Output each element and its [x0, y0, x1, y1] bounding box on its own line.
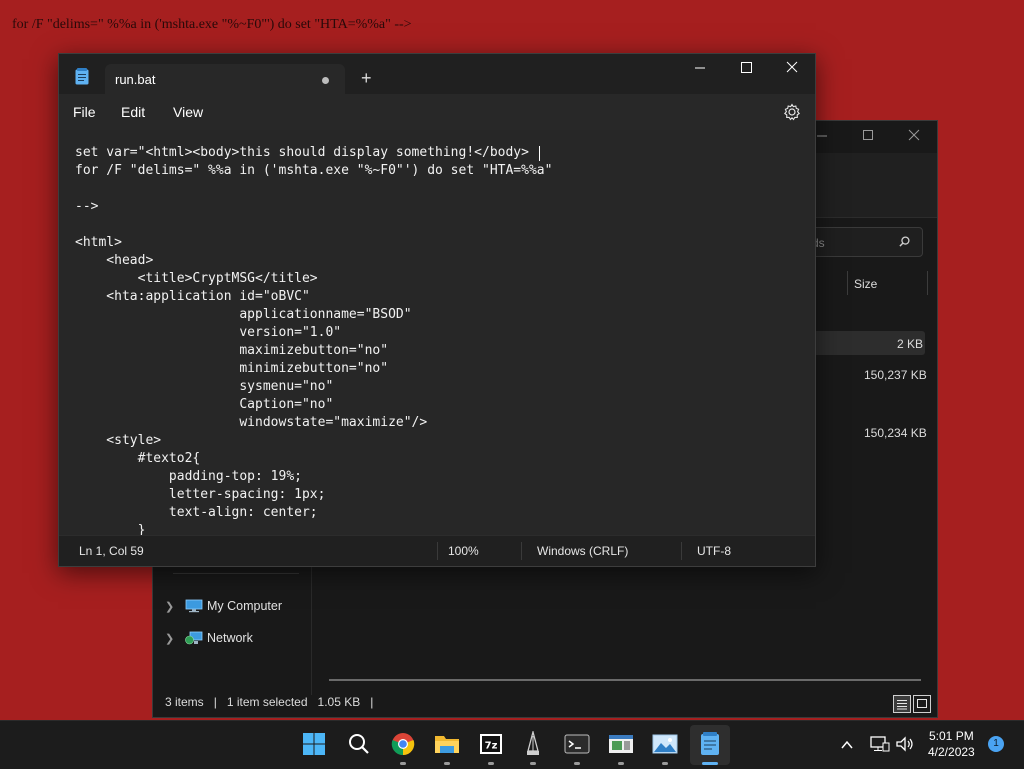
file-size: 150,237 KB [864, 368, 927, 382]
tab-run-bat[interactable]: run.bat [105, 64, 345, 94]
file-size: 2 KB [897, 337, 924, 351]
column-header-size[interactable]: Size [854, 277, 877, 291]
details-view-button[interactable] [893, 695, 911, 713]
background-html-text: for /F "delims=" %%a in ('mshta.exe "%~F… [12, 17, 412, 32]
running-indicator [662, 762, 668, 765]
nav-item-label: My Computer [207, 599, 283, 613]
running-indicator [444, 762, 450, 765]
tile-icon [917, 699, 927, 708]
taskbar-app[interactable] [518, 729, 548, 759]
running-indicator [488, 762, 494, 765]
notepad-icon [75, 68, 89, 85]
terminal-icon [564, 734, 590, 754]
windows-logo-icon [303, 733, 325, 755]
tab-title: run.bat [115, 72, 156, 87]
search-icon [349, 734, 369, 754]
close-icon [786, 61, 798, 73]
app-window-icon [609, 735, 633, 753]
notepad-status-bar: Ln 1, Col 59 100% Windows (CRLF) UTF-8 [59, 535, 815, 566]
monitor-icon [185, 599, 203, 613]
menu-file[interactable]: File [73, 104, 96, 120]
explorer-close-button[interactable] [891, 121, 937, 153]
status-line-ending: Windows (CRLF) [537, 544, 629, 558]
nav-item-my-computer[interactable]: ❯ My Computer [165, 599, 282, 613]
search-button[interactable] [344, 729, 374, 759]
horizontal-scrollbar[interactable] [329, 679, 921, 681]
view-toggle [893, 695, 931, 713]
system-clock[interactable]: 5:01 PM 4/2/2023 [928, 728, 975, 760]
taskbar-notepad[interactable] [695, 729, 725, 759]
explorer-maximize-button[interactable] [845, 121, 891, 153]
network-status-icon[interactable] [870, 735, 890, 753]
minimize-icon [695, 67, 705, 69]
chevron-up-icon[interactable] [840, 738, 854, 752]
notepad-title-bar[interactable]: run.bat + [59, 54, 815, 94]
taskbar: 7z 5:01 PM 4/2/2023 1 [0, 720, 1024, 769]
nav-item-label: Network [207, 631, 253, 645]
notepad-icon [701, 732, 719, 755]
pen-tool-icon [527, 731, 539, 755]
volume-icon[interactable] [895, 735, 915, 753]
file-size: 150,234 KB [864, 426, 927, 440]
column-divider[interactable] [847, 271, 848, 295]
column-divider[interactable] [927, 271, 928, 295]
taskbar-file-explorer[interactable] [432, 729, 462, 759]
7zip-icon: 7z [480, 734, 502, 754]
explorer-status-bar: 3 items | 1 item selected 1.05 KB | [165, 695, 374, 709]
list-icon [897, 700, 907, 710]
menu-edit[interactable]: Edit [121, 104, 145, 120]
maximize-icon [863, 130, 873, 140]
running-indicator [530, 762, 536, 765]
notepad-menu-bar: File Edit View [59, 94, 815, 130]
network-icon [185, 631, 203, 645]
notepad-close-button[interactable] [769, 54, 815, 84]
close-icon [908, 129, 920, 141]
chevron-right-icon: ❯ [165, 600, 175, 613]
taskbar-chrome[interactable] [388, 729, 418, 759]
taskbar-photos[interactable] [650, 729, 680, 759]
notification-badge[interactable]: 1 [988, 736, 1004, 752]
running-indicator [618, 762, 624, 765]
explorer-caption-buttons [799, 121, 937, 153]
text-cursor [539, 146, 540, 161]
text-editor[interactable]: set var="<html><body>this should display… [59, 130, 815, 536]
photos-icon [652, 734, 678, 754]
chrome-icon [391, 733, 415, 756]
status-selection: 1 item selected [226, 695, 308, 709]
notepad-maximize-button[interactable] [723, 54, 769, 84]
unsaved-indicator-icon[interactable] [322, 77, 329, 84]
svg-text:7z: 7z [485, 741, 498, 752]
nav-item-network[interactable]: ❯ Network [165, 631, 253, 645]
large-icons-view-button[interactable] [913, 695, 931, 713]
running-indicator-active [702, 762, 718, 765]
editor-content[interactable]: set var="<html><body>this should display… [75, 144, 552, 536]
status-encoding: UTF-8 [697, 544, 731, 558]
notepad-window[interactable]: run.bat + File Edit View set var="<html>… [58, 53, 816, 567]
maximize-icon [741, 62, 752, 73]
status-item-count: 3 items [165, 695, 204, 709]
navigation-separator [173, 573, 299, 574]
editor-text: set var="<html><body>this should display… [75, 145, 553, 536]
menu-view[interactable]: View [173, 104, 203, 120]
search-icon [899, 236, 910, 247]
folder-icon [435, 736, 459, 753]
taskbar-app-window[interactable] [606, 729, 636, 759]
notepad-minimize-button[interactable] [677, 54, 723, 84]
gear-icon[interactable] [783, 103, 801, 121]
status-selection-size: 1.05 KB [317, 695, 361, 709]
running-indicator [574, 762, 580, 765]
chevron-right-icon: ❯ [165, 632, 175, 645]
status-zoom: 100% [448, 544, 479, 558]
running-indicator [400, 762, 406, 765]
taskbar-7zip[interactable]: 7z [476, 729, 506, 759]
clock-time: 5:01 PM [929, 729, 974, 743]
taskbar-terminal[interactable] [562, 729, 592, 759]
start-button[interactable] [299, 729, 329, 759]
status-cursor-position: Ln 1, Col 59 [79, 544, 144, 558]
new-tab-button[interactable]: + [361, 69, 372, 87]
clock-date: 4/2/2023 [928, 745, 975, 759]
